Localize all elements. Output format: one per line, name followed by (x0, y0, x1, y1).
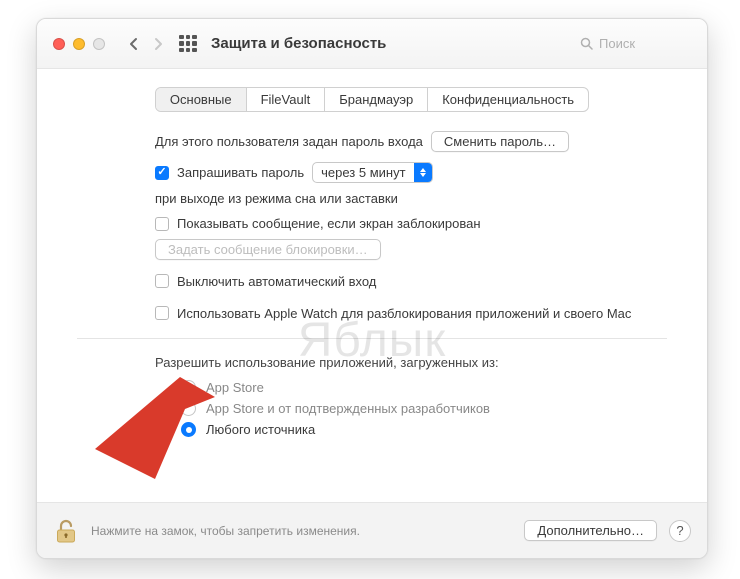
require-password-checkbox[interactable] (155, 166, 169, 180)
lock-hint: Нажмите на замок, чтобы запретить измене… (91, 524, 360, 538)
help-button[interactable]: ? (669, 520, 691, 542)
minimize-button[interactable] (73, 38, 85, 50)
require-after-label: при выходе из режима сна или заставки (155, 191, 398, 206)
content: Основные FileVault Брандмауэр Конфиденци… (37, 69, 707, 437)
search-placeholder: Поиск (599, 36, 635, 51)
set-lock-message-button: Задать сообщение блокировки… (155, 239, 381, 260)
allow-identified-option[interactable]: App Store и от подтвержденных разработчи… (181, 401, 667, 416)
require-delay-popup[interactable]: через 5 минут (312, 162, 432, 183)
tab-firewall[interactable]: Брандмауэр (325, 88, 428, 111)
tab-filevault[interactable]: FileVault (247, 88, 326, 111)
change-password-button[interactable]: Сменить пароль… (431, 131, 569, 152)
password-section: Для этого пользователя задан пароль вход… (37, 112, 707, 324)
chevron-updown-icon (414, 163, 432, 182)
zoom-button[interactable] (93, 38, 105, 50)
window-controls (53, 38, 105, 50)
forward-button[interactable] (147, 33, 169, 55)
allow-apps-section: Разрешить использование приложений, загр… (37, 339, 707, 437)
search-field[interactable]: Поиск (580, 36, 695, 51)
search-icon (580, 37, 593, 50)
apple-watch-label: Использовать Apple Watch для разблокиров… (177, 306, 631, 321)
all-prefs-button[interactable] (179, 35, 197, 53)
disable-autologin-label: Выключить автоматический вход (177, 274, 376, 289)
require-delay-value: через 5 минут (313, 165, 413, 180)
window-title: Защита и безопасность (211, 35, 386, 52)
allow-identified-label: App Store и от подтвержденных разработчи… (206, 401, 490, 416)
bottom-bar: Нажмите на замок, чтобы запретить измене… (37, 502, 707, 558)
show-lock-message-label: Показывать сообщение, если экран заблоки… (177, 216, 481, 231)
allow-appstore-option[interactable]: App Store (181, 380, 667, 395)
password-intro-label: Для этого пользователя задан пароль вход… (155, 134, 423, 149)
require-password-label: Запрашивать пароль (177, 165, 304, 180)
tab-general[interactable]: Основные (156, 88, 247, 111)
radio-icon (181, 401, 196, 416)
radio-icon (181, 422, 196, 437)
allow-apps-title: Разрешить использование приложений, загр… (155, 355, 667, 370)
prefs-window: Защита и безопасность Поиск Основные Fil… (36, 18, 708, 559)
lock-button[interactable] (53, 518, 79, 544)
radio-icon (181, 380, 196, 395)
allow-anywhere-label: Любого источника (206, 422, 315, 437)
allow-appstore-label: App Store (206, 380, 264, 395)
apple-watch-checkbox[interactable] (155, 306, 169, 320)
back-button[interactable] (123, 33, 145, 55)
toolbar: Защита и безопасность Поиск (37, 19, 707, 69)
tab-privacy[interactable]: Конфиденциальность (428, 88, 588, 111)
lock-open-icon (55, 519, 77, 543)
allow-anywhere-option[interactable]: Любого источника (181, 422, 667, 437)
advanced-button[interactable]: Дополнительно… (524, 520, 657, 541)
tab-bar: Основные FileVault Брандмауэр Конфиденци… (37, 87, 707, 112)
close-button[interactable] (53, 38, 65, 50)
show-lock-message-checkbox[interactable] (155, 217, 169, 231)
disable-autologin-checkbox[interactable] (155, 274, 169, 288)
